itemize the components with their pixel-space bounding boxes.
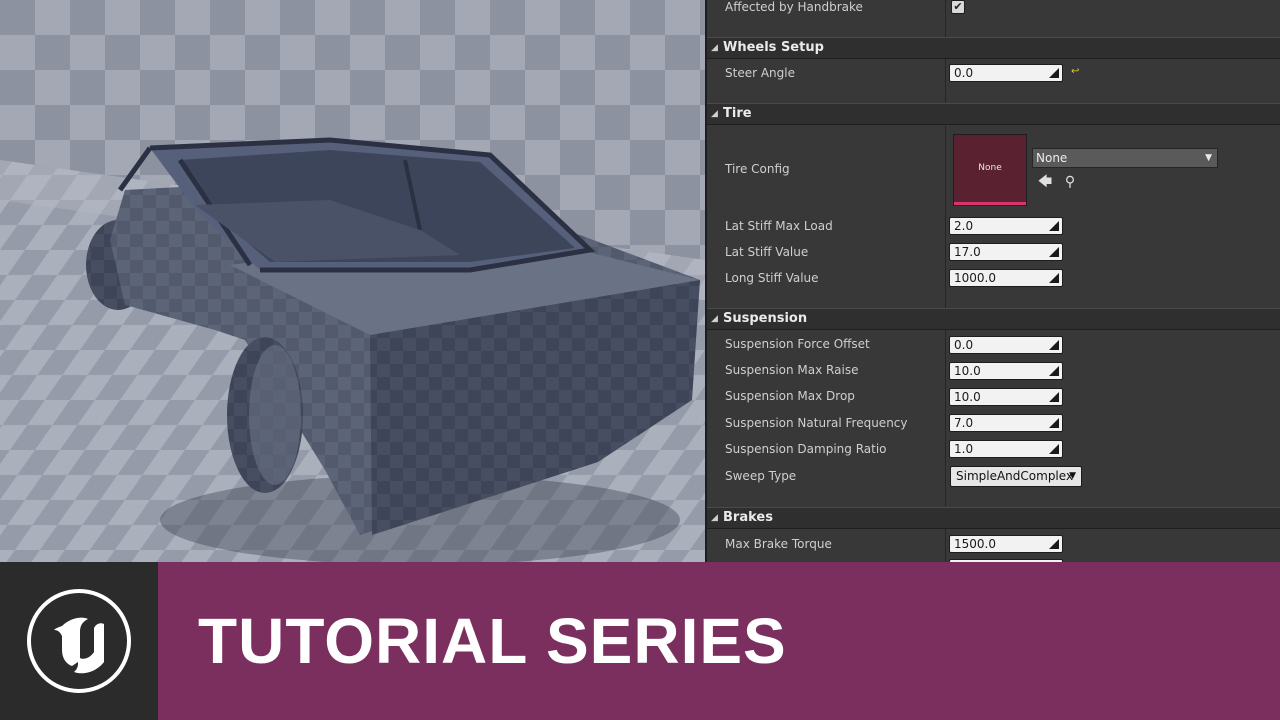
sweep-type-dropdown[interactable]: SimpleAndComplex ▼ [950, 466, 1082, 487]
tire-title: Tire [723, 106, 752, 121]
drag-handle-icon[interactable] [1049, 340, 1059, 350]
lat-stiff-value-value: 17.0 [954, 245, 981, 259]
drag-handle-icon[interactable] [1049, 418, 1059, 428]
max-brake-torque-value: 1500.0 [954, 537, 996, 551]
tire-config-label: Tire Config [725, 162, 790, 176]
suspension-natural-frequency-input[interactable]: 7.0 [949, 414, 1063, 432]
viewport-scene [0, 0, 705, 562]
long-stiff-value-input[interactable]: 1000.0 [949, 269, 1063, 287]
lat-stiff-value-input[interactable]: 17.0 [949, 243, 1063, 261]
suspension-title: Suspension [723, 311, 808, 326]
suspension-category[interactable]: ◢ Suspension [707, 308, 1280, 330]
tire-config-dropdown[interactable]: None ▼ [1032, 148, 1218, 168]
lat-stiff-value-label: Lat Stiff Value [725, 245, 809, 259]
suspension-damping-ratio-input[interactable]: 1.0 [949, 440, 1063, 458]
steer-angle-value: 0.0 [954, 66, 974, 80]
drag-handle-icon[interactable] [1049, 247, 1059, 257]
suspension-natural-frequency-label: Suspension Natural Frequency [725, 416, 908, 430]
drag-handle-icon[interactable] [1049, 273, 1059, 283]
suspension-max-drop-value: 10.0 [954, 390, 981, 404]
steer-angle-input[interactable]: 0.0 [949, 64, 1063, 82]
suspension-max-drop-label: Suspension Max Drop [725, 389, 855, 403]
drag-handle-icon[interactable] [1049, 392, 1059, 402]
drag-handle-icon[interactable] [1049, 366, 1059, 376]
suspension-max-drop-input[interactable]: 10.0 [949, 388, 1063, 406]
max-brake-torque-label: Max Brake Torque [725, 537, 832, 551]
suspension-force-offset-value: 0.0 [954, 338, 974, 352]
suspension-damping-ratio-label: Suspension Damping Ratio [725, 442, 887, 456]
wheels-setup-category[interactable]: ◢ Wheels Setup [707, 37, 1280, 59]
long-stiff-value-label: Long Stiff Value [725, 271, 819, 285]
long-stiff-value-value: 1000.0 [954, 271, 996, 285]
column-divider[interactable] [945, 0, 946, 562]
sweep-type-label: Sweep Type [725, 469, 797, 483]
reset-to-default-icon[interactable]: ↩ [1071, 67, 1081, 77]
banner-title: TUTORIAL SERIES [198, 605, 787, 677]
tire-config-selected: None [1036, 151, 1068, 165]
chevron-down-icon: ▼ [1205, 153, 1212, 163]
asset-type-bar [954, 202, 1026, 205]
suspension-force-offset-label: Suspension Force Offset [725, 337, 870, 351]
lat-stiff-max-load-value: 2.0 [954, 219, 974, 233]
steer-angle-label: Steer Angle [725, 66, 795, 80]
brakes-category[interactable]: ◢ Brakes [707, 507, 1280, 529]
use-selected-arrow-icon[interactable]: 🡄 [1037, 174, 1053, 190]
drag-handle-icon[interactable] [1049, 539, 1059, 549]
suspension-max-raise-label: Suspension Max Raise [725, 363, 859, 377]
collapse-triangle-icon: ◢ [711, 314, 718, 324]
max-brake-torque-input[interactable]: 1500.0 [949, 535, 1063, 553]
suspension-damping-ratio-value: 1.0 [954, 442, 974, 456]
brakes-title: Brakes [723, 510, 773, 525]
details-panel: Affected by Handbrake ✔ ◢ Wheels Setup S… [705, 0, 1280, 562]
unreal-engine-logo-icon [27, 589, 131, 693]
suspension-natural-frequency-value: 7.0 [954, 416, 974, 430]
wheels-setup-title: Wheels Setup [723, 40, 824, 55]
browse-search-icon[interactable]: ⚲ [1062, 174, 1078, 190]
collapse-triangle-icon: ◢ [711, 43, 718, 53]
thumbnail-text: None [978, 163, 1002, 173]
tutorial-banner: TUTORIAL SERIES [0, 562, 1280, 720]
drag-handle-icon[interactable] [1049, 444, 1059, 454]
affected-by-handbrake-label: Affected by Handbrake [725, 0, 863, 14]
lat-stiff-max-load-input[interactable]: 2.0 [949, 217, 1063, 235]
collapse-triangle-icon: ◢ [711, 109, 718, 119]
drag-handle-icon[interactable] [1049, 221, 1059, 231]
drag-handle-icon[interactable] [1049, 68, 1059, 78]
chevron-down-icon: ▼ [1069, 471, 1076, 481]
suspension-max-raise-input[interactable]: 10.0 [949, 362, 1063, 380]
tire-config-thumbnail[interactable]: None [953, 134, 1027, 206]
collapse-triangle-icon: ◢ [711, 513, 718, 523]
affected-by-handbrake-checkbox[interactable]: ✔ [951, 0, 965, 14]
sweep-type-value: SimpleAndComplex [956, 469, 1074, 483]
lat-stiff-max-load-label: Lat Stiff Max Load [725, 219, 833, 233]
3d-viewport[interactable] [0, 0, 705, 562]
tire-category[interactable]: ◢ Tire [707, 103, 1280, 125]
suspension-max-raise-value: 10.0 [954, 364, 981, 378]
suspension-force-offset-input[interactable]: 0.0 [949, 336, 1063, 354]
logo-box [0, 562, 158, 720]
